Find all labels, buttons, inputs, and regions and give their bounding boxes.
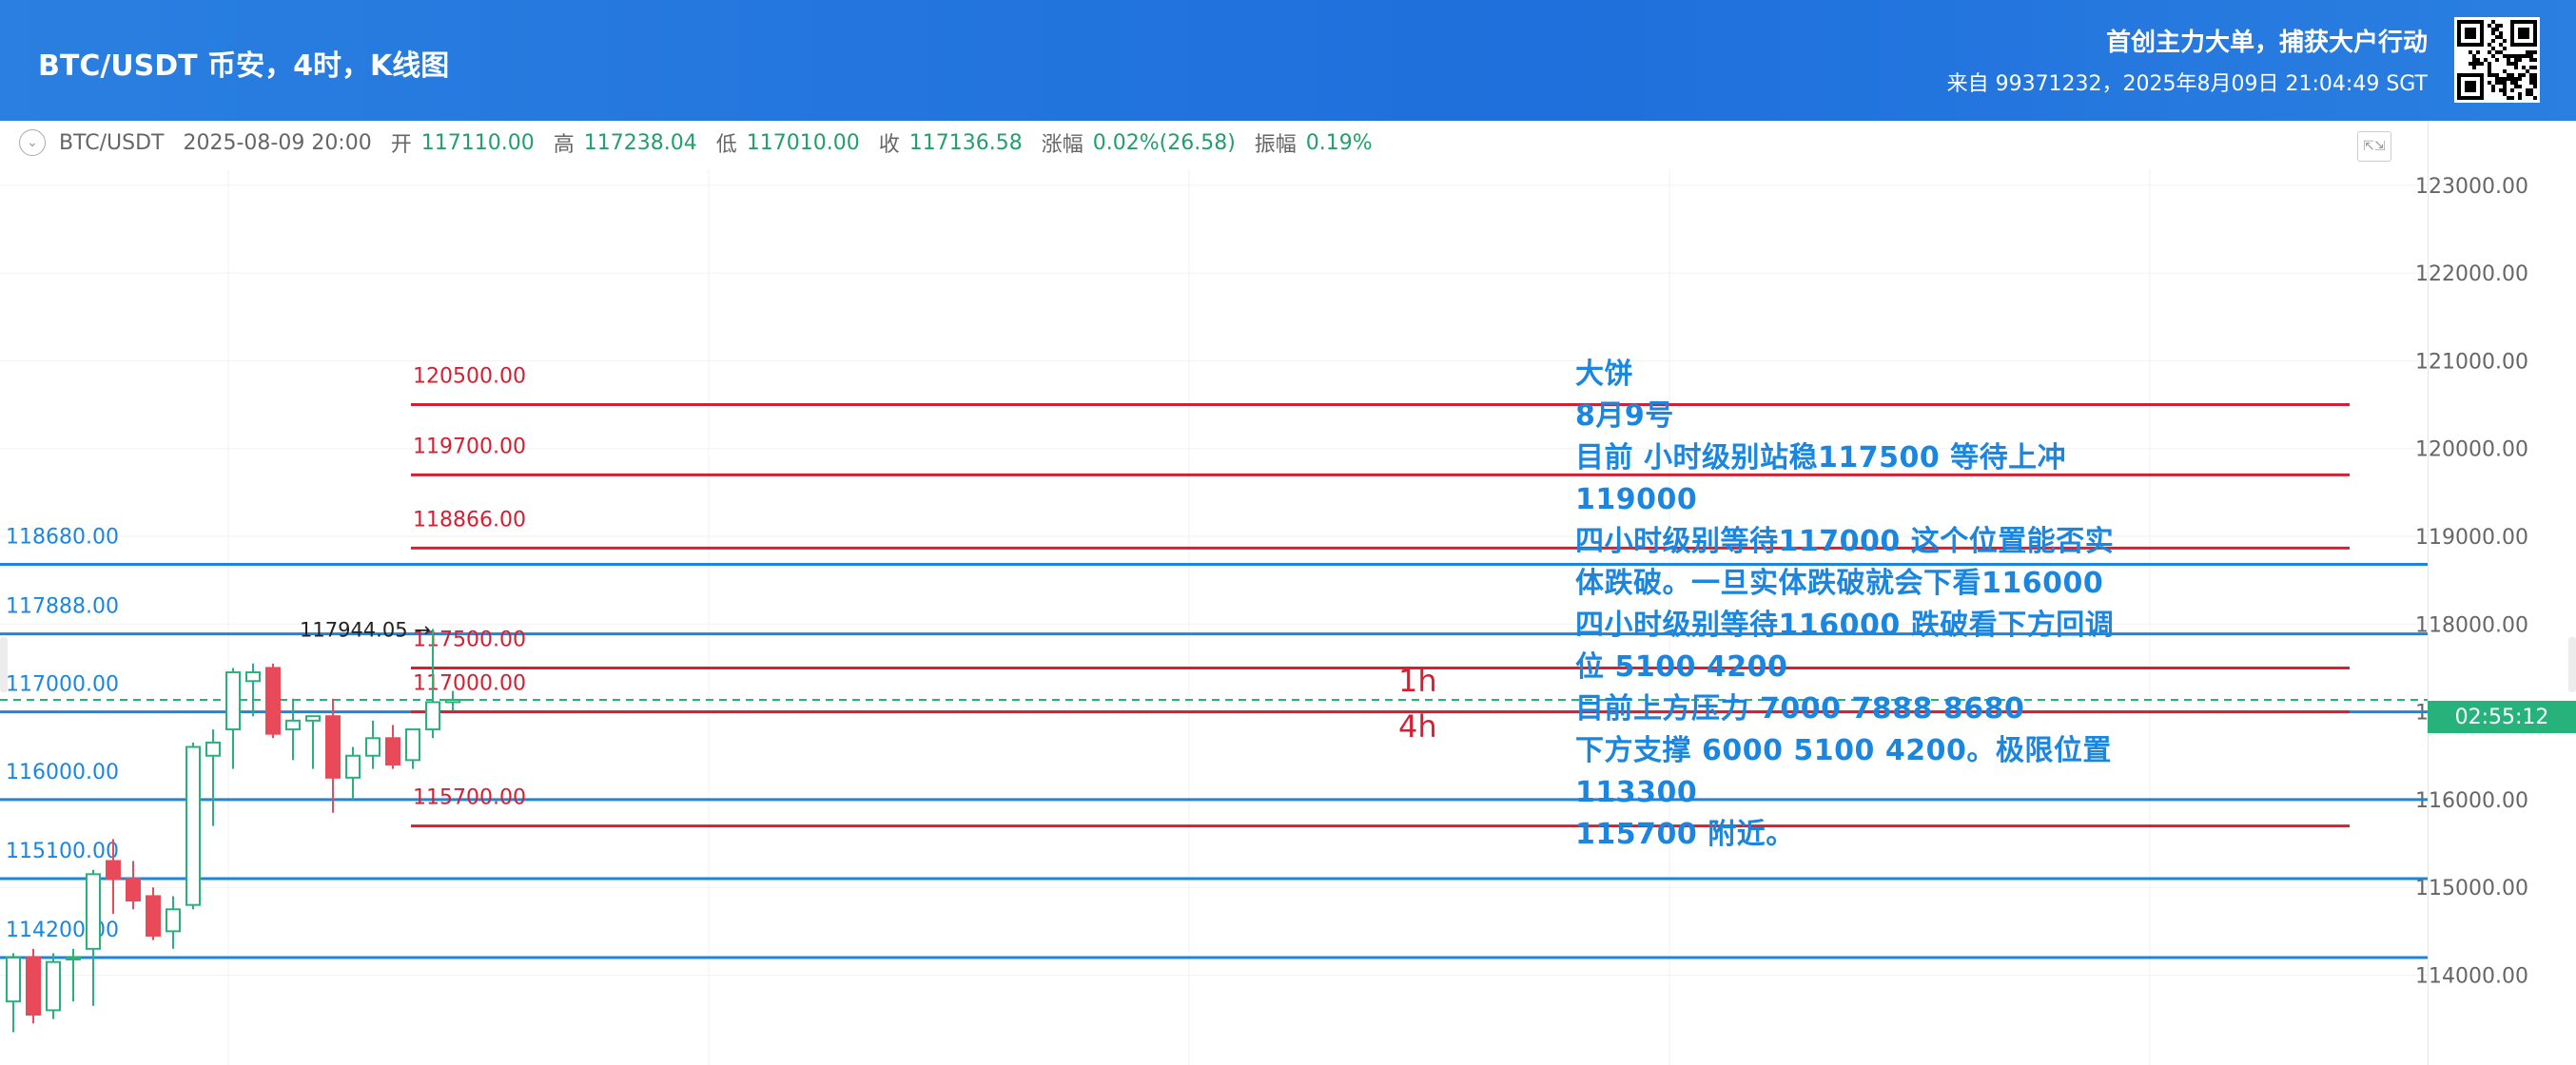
annotation-line: 四小时级别等待117000 这个位置能否实体跌破。一旦实体跌破就会下看11600… (1575, 525, 2115, 600)
blue-level-label: 117000.00 (6, 673, 119, 697)
candle-body-up (285, 719, 301, 731)
candle-body-down (106, 860, 121, 880)
left-scroll-handle[interactable] (0, 637, 8, 692)
y-tick-label: 114000.00 (2415, 965, 2528, 989)
candle-body-up (425, 701, 440, 731)
candle-body-down (385, 737, 400, 765)
red-level-label: 119700.00 (413, 435, 526, 458)
annotation-line: 大饼 (1575, 358, 1633, 391)
y-tick-label: 116000.00 (2415, 789, 2528, 813)
red-level-label: 120500.00 (413, 365, 526, 389)
y-tick-label: 121000.00 (2415, 350, 2528, 374)
timeframe-label-4h: 4h (1398, 708, 1437, 745)
red-level-label: 118866.00 (413, 508, 526, 532)
candle-body-up (205, 741, 221, 757)
candle-body-up (365, 737, 381, 757)
candle-body-up (185, 746, 201, 906)
y-tick-label: 119000.00 (2415, 526, 2528, 550)
timeframe-label-1h: 1h (1398, 663, 1437, 699)
candle-body-up (166, 908, 181, 933)
annotation-line: 8月9号 (1575, 399, 1674, 433)
annotation-line: 115700 附近。 (1575, 818, 1795, 851)
annotation-line: 四小时级别等待116000 跌破看下方回调位 5100 4200 (1575, 609, 2115, 684)
candle-body-up (445, 698, 460, 704)
candle-body-down (325, 715, 341, 779)
blue-level-label: 114200.00 (6, 919, 119, 942)
y-tick-label: 123000.00 (2415, 175, 2528, 199)
candle-body-up (225, 671, 241, 731)
candle-countdown-badge: 02:55:12 (2428, 701, 2576, 733)
right-scroll-handle[interactable] (2568, 637, 2576, 692)
candle-body-down (26, 957, 41, 1017)
red-level-label: 117000.00 (413, 672, 526, 696)
candle-body-up (245, 671, 261, 683)
candle-body-up (6, 957, 21, 1003)
candle-body-down (126, 877, 141, 902)
candle-body-up (46, 960, 61, 1012)
blue-level-label: 118680.00 (6, 526, 119, 550)
price-axis-divider (2428, 121, 2429, 1065)
y-tick-label: 122000.00 (2415, 262, 2528, 286)
candle-body-down (265, 667, 281, 735)
y-tick-label: 120000.00 (2415, 438, 2528, 462)
red-level-label: 115700.00 (413, 786, 526, 810)
blue-level-label: 117888.00 (6, 595, 119, 619)
analysis-annotation: 大饼 8月9号 目前 小时级别站稳117500 等待上冲119000 四小时级别… (1575, 354, 2137, 856)
annotation-line: 下方支撑 6000 5100 4200。极限位置113300 (1575, 734, 2112, 809)
candlestick-chart[interactable]: 114000.00 115000.00 116000.00 117000.00 1180… (0, 0, 2576, 1065)
blue-level-label: 116000.00 (6, 761, 119, 784)
candle-body-up (345, 754, 361, 779)
annotation-line: 目前 小时级别站稳117500 等待上冲119000 (1575, 441, 2067, 516)
candle-body-up (86, 873, 101, 950)
y-tick-label: 118000.00 (2415, 613, 2528, 637)
y-tick-label: 115000.00 (2415, 877, 2528, 900)
candle-body-up (405, 728, 420, 762)
high-marker-label: 117944.05 → (300, 618, 431, 641)
blue-level-label: 115100.00 (6, 840, 119, 863)
annotation-line: 目前上方压力 7000 7888 8680 (1575, 692, 2025, 726)
candle-body-up (305, 715, 321, 722)
candle-body-up (66, 957, 81, 961)
candle-body-down (146, 895, 161, 937)
